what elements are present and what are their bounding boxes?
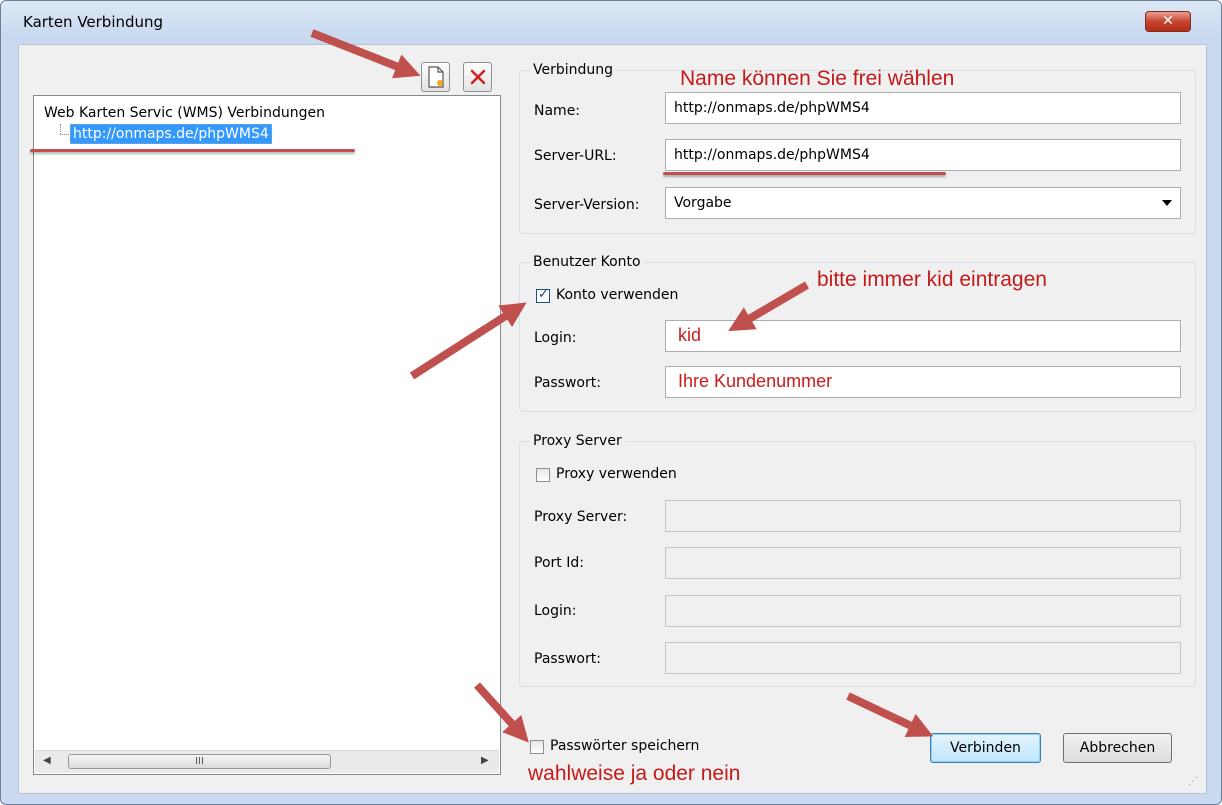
title-bar: Karten Verbindung ✕ [1,1,1221,39]
use-account-label[interactable]: Konto verwenden [556,287,678,303]
resize-grip-icon[interactable]: ⋰ [1188,776,1198,787]
chevron-down-icon[interactable] [1162,200,1172,206]
server-url-label: Server-URL: [534,148,617,164]
connect-button[interactable]: Verbinden [930,733,1041,763]
scrollbar-thumb[interactable]: III [68,754,331,769]
annotation-save-hint: wahlweise ja oder nein [528,762,741,785]
server-url-input[interactable]: http://onmaps.de/phpWMS4 [665,139,1181,171]
close-icon: ✕ [1162,13,1174,29]
server-version-value: Vorgabe [674,195,732,211]
use-proxy-label[interactable]: Proxy verwenden [556,466,677,482]
tree-root-item[interactable]: Web Karten Servic (WMS) Verbindungen [44,105,325,121]
tree-item-connection[interactable]: http://onmaps.de/phpWMS4 [70,124,272,144]
name-input[interactable]: http://onmaps.de/phpWMS4 [665,92,1181,124]
delete-connection-button[interactable] [463,62,492,92]
proxy-server-label: Proxy Server: [534,509,628,525]
scroll-right-icon[interactable]: ▶ [481,755,489,766]
use-proxy-checkbox[interactable] [536,468,550,482]
proxy-password-label: Passwort: [534,651,601,667]
proxy-port-label: Port Id: [534,555,584,571]
account-login-input[interactable]: kid [665,320,1181,352]
proxy-server-input[interactable] [665,500,1181,532]
proxy-login-label: Login: [534,603,577,619]
tree-connector [60,124,61,134]
close-button[interactable]: ✕ [1145,11,1191,32]
server-version-label: Server-Version: [534,197,640,213]
proxy-password-input[interactable] [665,642,1181,674]
proxy-port-input[interactable] [665,547,1181,579]
tree-connector [60,134,69,135]
annotation-underline-url [663,172,946,175]
new-document-icon [427,66,444,88]
save-passwords-label[interactable]: Passwörter speichern [550,738,699,754]
proxy-login-input[interactable] [665,595,1181,627]
proxy-legend: Proxy Server [533,433,622,449]
account-login-label: Login: [534,330,577,346]
account-password-input[interactable]: Ihre Kundenummer [665,366,1181,398]
horizontal-scrollbar[interactable]: ◀ III ▶ [35,750,499,773]
annotation-underline-tree [30,149,355,152]
new-connection-button[interactable] [421,62,450,92]
delete-x-icon [470,69,485,85]
account-legend: Benutzer Konto [533,254,641,270]
save-passwords-checkbox[interactable] [530,740,544,754]
account-password-label: Passwort: [534,375,601,391]
connection-legend: Verbindung [533,62,614,78]
annotation-name-hint: Name können Sie frei wählen [680,67,955,90]
scroll-left-icon[interactable]: ◀ [43,755,51,766]
server-version-select[interactable]: Vorgabe [665,187,1181,219]
annotation-login-hint: bitte immer kid eintragen [817,268,1047,291]
use-account-checkbox[interactable] [536,287,550,303]
window-title: Karten Verbindung [23,13,164,31]
name-label: Name: [534,103,581,119]
cancel-button[interactable]: Abbrechen [1063,733,1172,763]
connections-tree[interactable]: Web Karten Servic (WMS) Verbindungen htt… [33,95,501,775]
